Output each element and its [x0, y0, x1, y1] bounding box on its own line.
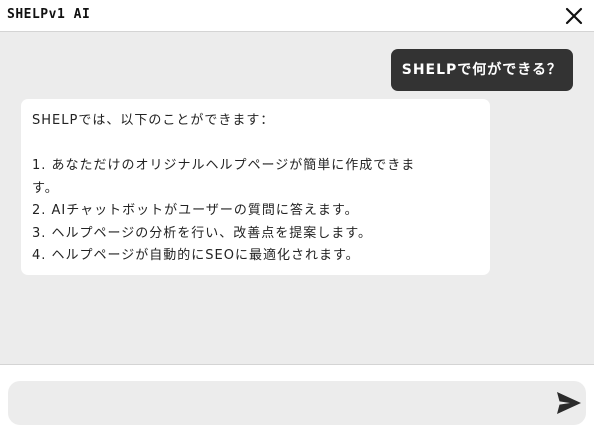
user-message-bubble: SHELPで何ができる？: [390, 49, 573, 91]
ai-message-bubble: SHELPでは、以下のことができます： 1. あなただけのオリジナルヘルプページ…: [21, 99, 490, 275]
message-list[interactable]: SHELPで何ができる？ SHELPでは、以下のことができます： 1. あなただ…: [0, 32, 594, 365]
send-icon: [557, 392, 581, 414]
send-button[interactable]: [556, 391, 582, 415]
close-icon: [565, 7, 583, 25]
ai-message-line: [32, 133, 479, 156]
header-bar: SHELPv1 AI: [0, 0, 594, 32]
chat-window: SHELPv1 AI SHELPで何ができる？ SHELPでは、以下のことができ…: [0, 0, 594, 440]
ai-message-line: 4. ヘルプページが自動的にSEOに最適化されます。: [32, 248, 360, 263]
ai-message-line: 1. あなただけのオリジナルヘルプページが簡単に作成できま: [32, 158, 416, 173]
app-title: SHELPv1 AI: [7, 7, 91, 22]
message-input[interactable]: [8, 381, 586, 425]
ai-message-line: SHELPでは、以下のことができます：: [32, 113, 275, 128]
user-message-text: SHELPで何ができる？: [401, 62, 562, 78]
close-button[interactable]: [564, 6, 584, 26]
ai-message-line: 3. ヘルプページの分析を行い、改善点を提案します。: [32, 225, 372, 241]
ai-message-line: す。: [32, 180, 59, 196]
composer: [0, 365, 594, 440]
ai-message-line: 2. AIチャットボットがユーザーの質問に答えます。: [32, 203, 359, 218]
